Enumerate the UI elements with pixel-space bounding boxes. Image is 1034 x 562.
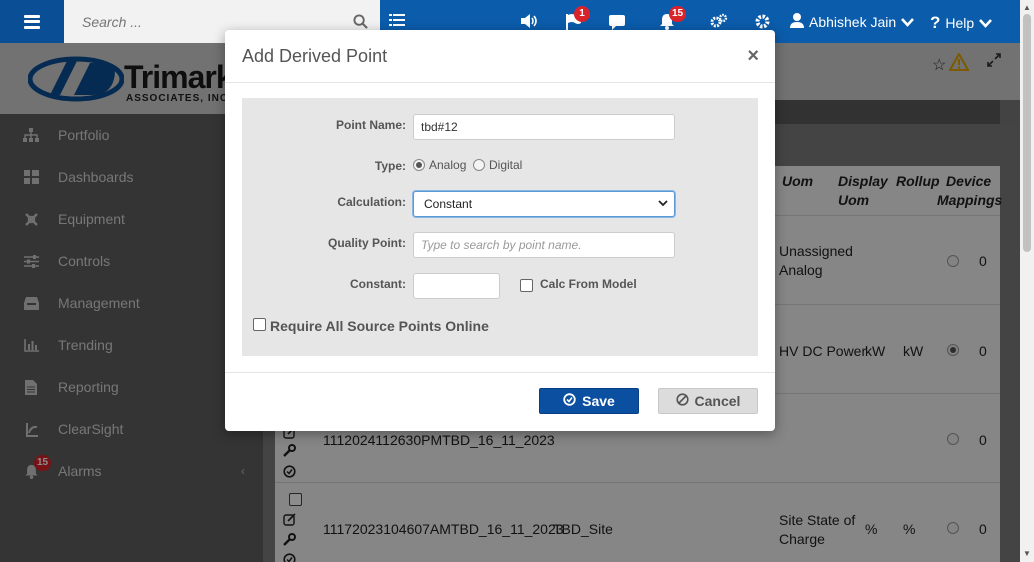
digital-label: Digital xyxy=(489,158,523,172)
scroll-down-arrow-icon[interactable]: ▼ xyxy=(1023,549,1031,558)
divider xyxy=(225,372,775,373)
calc-from-model-checkbox[interactable] xyxy=(520,279,533,292)
quality-point-label: Quality Point: xyxy=(328,236,406,250)
help-label: Help xyxy=(945,15,975,31)
menu-button[interactable] xyxy=(0,0,64,43)
analog-radio[interactable] xyxy=(413,159,425,171)
save-label: Save xyxy=(582,393,615,409)
question-icon: ? xyxy=(930,13,941,32)
divider xyxy=(225,82,775,83)
require-all-label: Require All Source Points Online xyxy=(270,318,489,334)
quality-point-input[interactable] xyxy=(413,232,675,258)
user-menu[interactable]: Abhishek Jain xyxy=(790,13,915,31)
constant-label: Constant: xyxy=(350,277,406,291)
help-menu[interactable]: ? Help xyxy=(930,13,993,33)
scrollbar-thumb[interactable] xyxy=(1023,14,1031,252)
type-digital-option[interactable]: Digital xyxy=(473,158,522,172)
save-button[interactable]: Save xyxy=(539,388,639,414)
user-name: Abhishek Jain xyxy=(809,14,897,30)
chevron-down-icon xyxy=(658,193,668,221)
chevron-down-icon xyxy=(901,14,915,30)
calc-from-model-label: Calc From Model xyxy=(540,277,637,291)
chevron-down-icon xyxy=(979,15,993,31)
dialog-title: Add Derived Point xyxy=(242,46,388,66)
cancel-label: Cancel xyxy=(694,393,741,409)
form-panel: Point Name: Type: Analog Digital Calcula… xyxy=(242,98,758,356)
digital-radio[interactable] xyxy=(473,159,485,171)
cancel-button[interactable]: Cancel xyxy=(658,388,758,414)
list-icon[interactable] xyxy=(389,13,405,30)
scroll-up-arrow-icon[interactable]: ▲ xyxy=(1023,3,1031,12)
close-icon[interactable]: × xyxy=(747,46,759,66)
hamburger-icon xyxy=(24,14,40,29)
require-all-checkbox[interactable] xyxy=(253,318,266,331)
point-name-label: Point Name: xyxy=(335,118,406,132)
bell-count-badge: 15 xyxy=(669,6,687,22)
vertical-scrollbar[interactable]: ▲ ▼ xyxy=(1020,0,1034,562)
calculation-label: Calculation: xyxy=(337,195,406,209)
flag-count-badge: 1 xyxy=(574,6,590,22)
add-derived-point-dialog: Add Derived Point × Point Name: Type: An… xyxy=(225,30,775,431)
calculation-select[interactable]: Constant xyxy=(413,191,675,217)
type-label: Type: xyxy=(374,159,406,173)
point-name-input[interactable] xyxy=(413,114,675,140)
calculation-value: Constant xyxy=(424,197,473,211)
analog-label: Analog xyxy=(429,158,467,172)
ban-icon xyxy=(675,393,689,409)
check-circle-icon xyxy=(563,393,576,409)
user-icon xyxy=(790,13,804,31)
type-analog-option[interactable]: Analog xyxy=(413,158,466,172)
constant-input[interactable] xyxy=(413,273,500,299)
